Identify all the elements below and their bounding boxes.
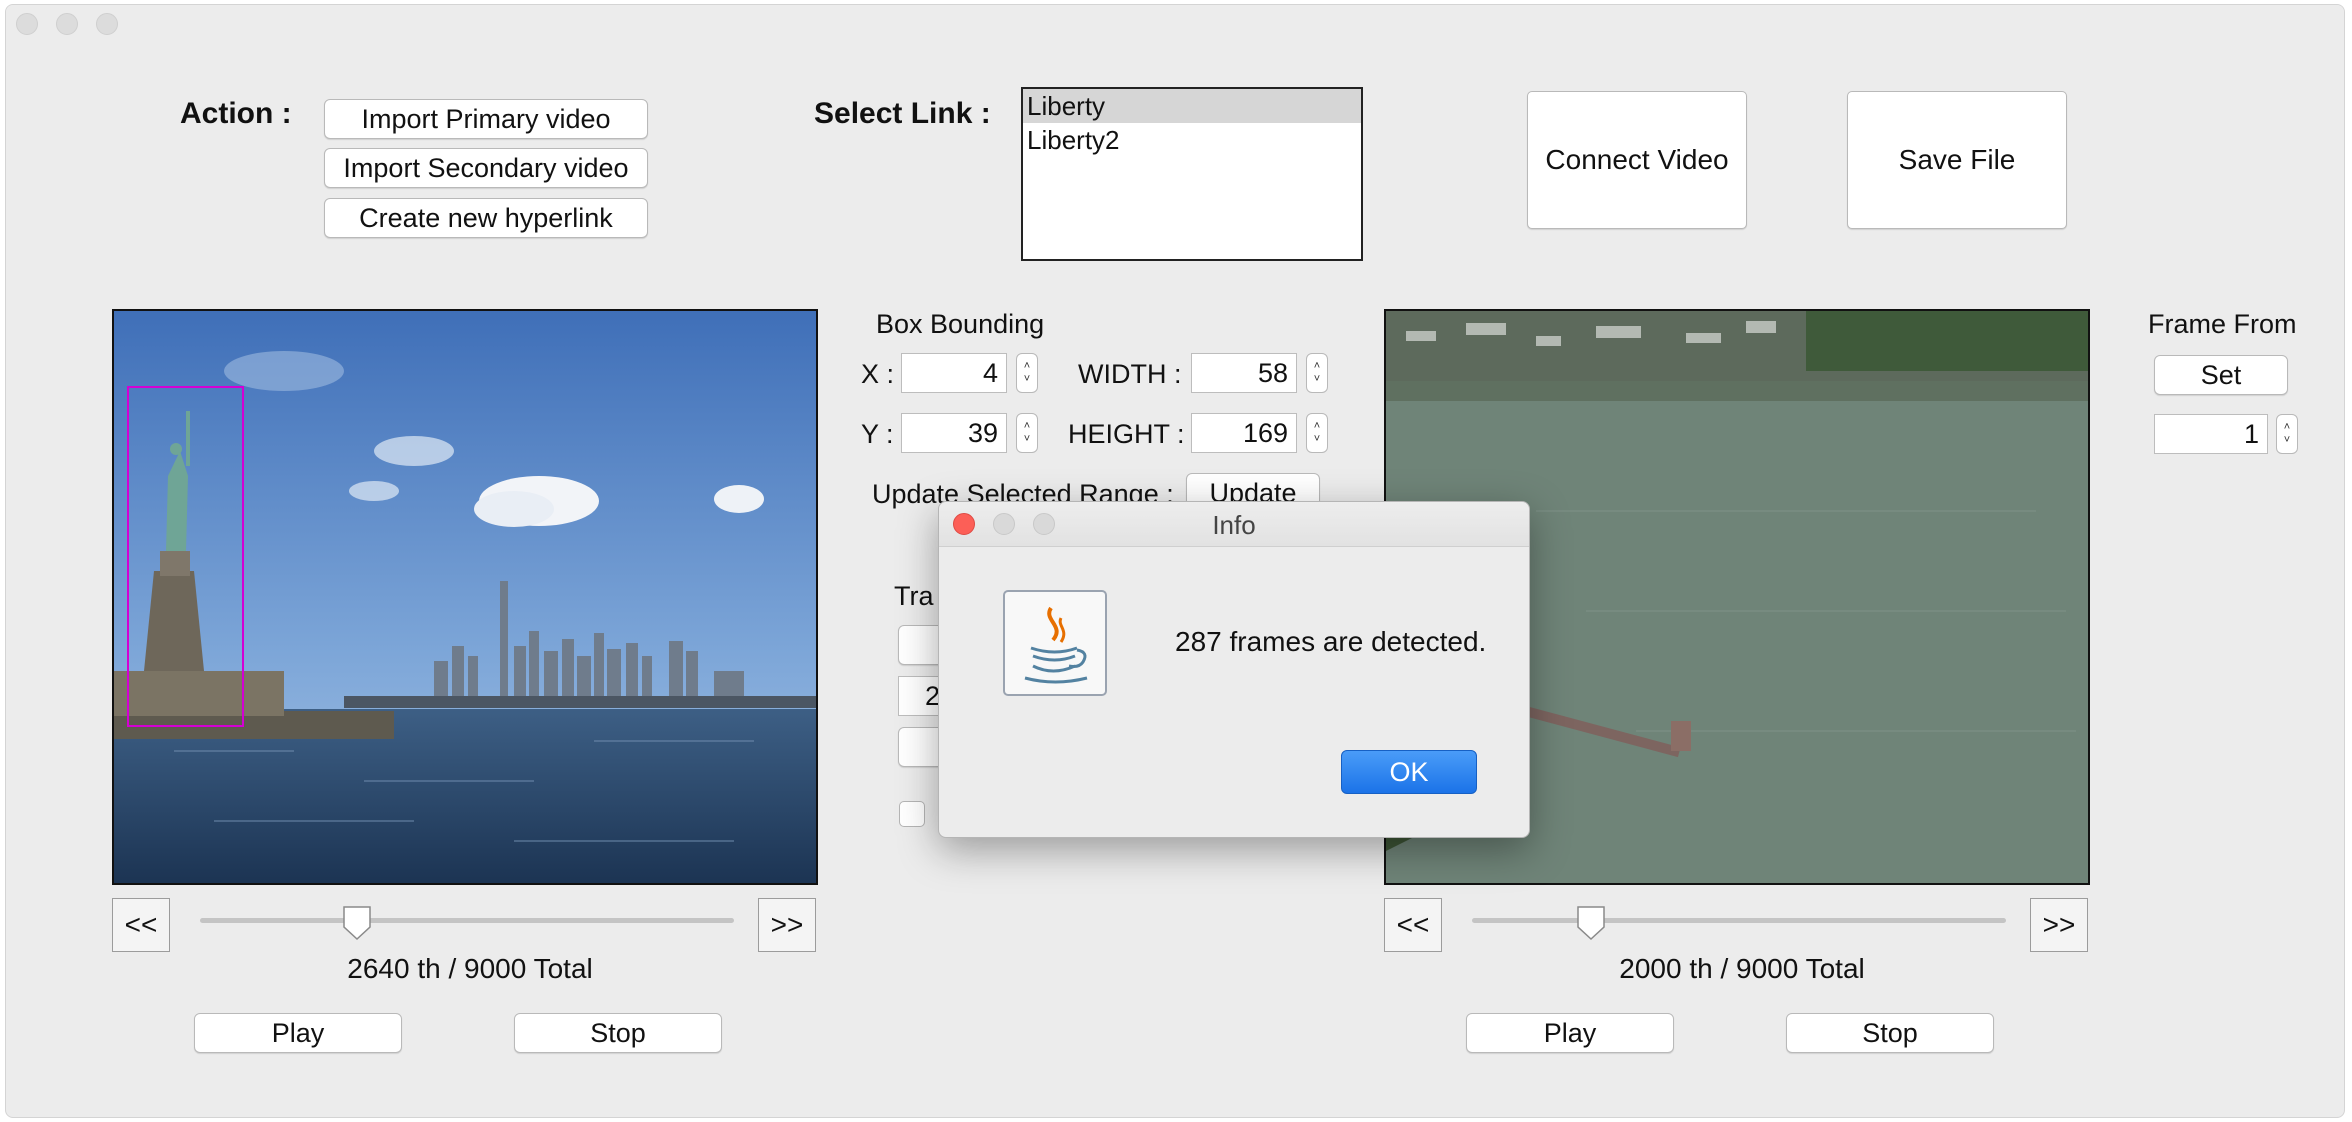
list-item[interactable]: Liberty	[1023, 89, 1361, 123]
select-link-label: Select Link :	[814, 97, 991, 130]
y-field[interactable]: 39	[901, 413, 1007, 453]
frame-from-field[interactable]: 1	[2154, 414, 2268, 454]
dialog-message: 287 frames are detected.	[1175, 626, 1487, 657]
y-label: Y :	[861, 419, 894, 449]
import-primary-video-button[interactable]: Import Primary video	[324, 99, 648, 139]
height-field[interactable]: 169	[1191, 413, 1297, 453]
primary-stop-button[interactable]: Stop	[514, 1013, 722, 1053]
connect-video-button[interactable]: Connect Video	[1527, 91, 1747, 229]
action-label: Action :	[180, 97, 292, 130]
bounding-box-overlay[interactable]	[127, 386, 244, 727]
stepper-up-icon[interactable]: ˄	[2284, 421, 2290, 434]
minimize-window-icon[interactable]	[56, 13, 78, 35]
tracking-label: Tra	[894, 581, 934, 611]
java-coffee-cup-icon	[1003, 590, 1107, 696]
primary-slider-thumb[interactable]	[341, 905, 373, 941]
primary-next-button[interactable]: >>	[758, 898, 816, 952]
stepper-up-icon[interactable]: ˄	[1024, 420, 1030, 433]
ok-button[interactable]: OK	[1341, 750, 1477, 794]
height-label: HEIGHT :	[1068, 419, 1185, 449]
secondary-frame-counter: 2000 th / 9000 Total	[1619, 953, 1865, 984]
secondary-prev-button[interactable]: <<	[1384, 898, 1442, 952]
width-label: WIDTH :	[1078, 359, 1182, 389]
stepper-down-icon[interactable]: ˅	[1024, 433, 1030, 446]
secondary-stop-button[interactable]: Stop	[1786, 1013, 1994, 1053]
x-label: X :	[861, 359, 895, 389]
link-listbox[interactable]: Liberty Liberty2	[1021, 87, 1363, 261]
x-field[interactable]: 4	[901, 353, 1007, 393]
import-secondary-video-button[interactable]: Import Secondary video	[324, 148, 648, 188]
stepper-down-icon[interactable]: ˅	[1024, 373, 1030, 386]
stepper-down-icon[interactable]: ˅	[2284, 434, 2290, 447]
frame-from-stepper[interactable]: ˄ ˅	[2276, 414, 2298, 454]
width-stepper[interactable]: ˄ ˅	[1306, 353, 1328, 393]
dialog-title: Info	[1212, 510, 1256, 540]
close-window-icon[interactable]	[16, 13, 38, 35]
list-item[interactable]: Liberty2	[1023, 123, 1361, 157]
height-stepper[interactable]: ˄ ˅	[1306, 413, 1328, 453]
zoom-window-icon[interactable]	[96, 13, 118, 35]
y-stepper[interactable]: ˄ ˅	[1016, 413, 1038, 453]
stepper-down-icon[interactable]: ˅	[1314, 433, 1320, 446]
stepper-down-icon[interactable]: ˅	[1314, 373, 1320, 386]
x-stepper[interactable]: ˄ ˅	[1016, 353, 1038, 393]
primary-slider-track[interactable]	[200, 918, 734, 923]
set-frame-button[interactable]: Set	[2154, 355, 2288, 395]
info-dialog: Info 287 frames are detected. OK	[938, 501, 1530, 838]
secondary-next-button[interactable]: >>	[2030, 898, 2088, 952]
hidden-checkbox[interactable]	[899, 801, 925, 827]
primary-prev-button[interactable]: <<	[112, 898, 170, 952]
stepper-up-icon[interactable]: ˄	[1314, 360, 1320, 373]
secondary-slider-track[interactable]	[1472, 918, 2006, 923]
secondary-play-button[interactable]: Play	[1466, 1013, 1674, 1053]
stepper-up-icon[interactable]: ˄	[1024, 360, 1030, 373]
width-field[interactable]: 58	[1191, 353, 1297, 393]
secondary-slider-thumb[interactable]	[1575, 905, 1607, 941]
primary-frame-counter: 2640 th / 9000 Total	[347, 953, 593, 984]
save-file-button[interactable]: Save File	[1847, 91, 2067, 229]
create-hyperlink-button[interactable]: Create new hyperlink	[324, 198, 648, 238]
title-bar	[6, 5, 2344, 41]
primary-play-button[interactable]: Play	[194, 1013, 402, 1053]
box-bounding-title: Box Bounding	[876, 309, 1045, 339]
frame-from-title: Frame From	[2148, 309, 2297, 339]
stepper-up-icon[interactable]: ˄	[1314, 420, 1320, 433]
app-window: Action : Import Primary video Import Sec…	[5, 4, 2345, 1118]
dialog-title-bar: Info	[939, 502, 1529, 547]
